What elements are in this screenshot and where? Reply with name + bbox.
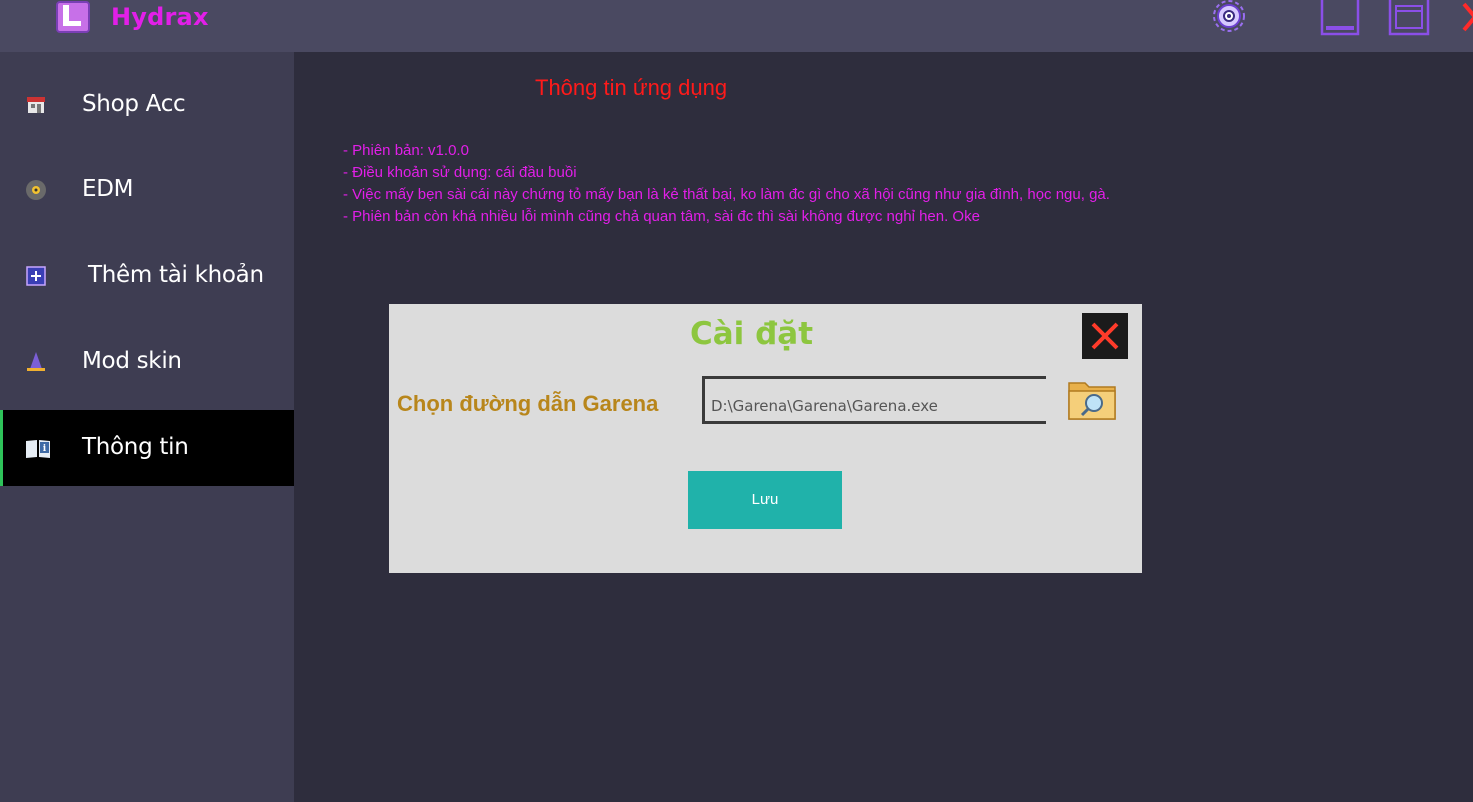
garena-path-label: Chọn đường dẫn Garena [397,391,659,416]
sidebar-item-shop-acc[interactable]: Shop Acc [0,67,294,143]
title-bar: Hydrax [0,0,1473,52]
dialog-close-button[interactable] [1082,313,1128,359]
info-text: - Phiên bản: v1.0.0 - Điều khoản sử dụng… [343,140,1110,228]
info-book-icon: i [26,440,50,458]
maximize-icon[interactable] [1388,0,1430,36]
sidebar-item-label: Mod skin [82,348,182,374]
app-title: Hydrax [111,3,209,31]
save-button[interactable]: Lưu [688,471,842,529]
wizard-hat-icon [27,352,45,371]
sidebar-item-label: Thông tin [82,434,189,460]
info-line-version: - Phiên bản: v1.0.0 [343,142,469,159]
add-account-icon [26,266,46,286]
sidebar-item-add-account[interactable]: Thêm tài khoản [0,238,294,314]
info-line-terms: - Điều khoản sử dụng: cái đầu buồi [343,164,577,181]
settings-dialog: Cài đặt Chọn đường dẫn Garena Lưu [389,304,1142,573]
browse-folder-icon[interactable] [1067,377,1119,423]
dialog-title: Cài đặt [690,316,814,352]
garena-path-field[interactable] [702,376,1046,424]
sidebar-item-info[interactable]: i Thông tin [0,410,294,486]
sidebar-item-label: Shop Acc [82,91,186,117]
settings-icon[interactable] [1207,0,1251,38]
page-title: Thông tin ứng dụng [535,75,728,100]
info-line-note: - Việc mấy bẹn sài cái này chứng tỏ mấy … [343,186,1110,203]
svg-text:i: i [43,444,47,454]
sidebar: Shop Acc EDM Thêm tài khoản Mod skin i T… [0,52,294,802]
music-disc-icon [26,180,46,200]
sidebar-item-label: Thêm tài khoản [88,262,264,288]
sidebar-item-label: EDM [82,176,134,202]
garena-path-input[interactable] [711,397,1011,415]
shop-icon [27,97,45,113]
info-line-bugs: - Phiên bản còn khá nhiều lỗi mình cũng … [343,208,980,225]
logo-icon [56,1,90,33]
sidebar-item-mod-skin[interactable]: Mod skin [0,324,294,400]
minimize-icon[interactable] [1320,0,1360,36]
close-icon[interactable] [1456,0,1473,36]
close-x-icon [1091,322,1119,350]
sidebar-item-edm[interactable]: EDM [0,152,294,228]
